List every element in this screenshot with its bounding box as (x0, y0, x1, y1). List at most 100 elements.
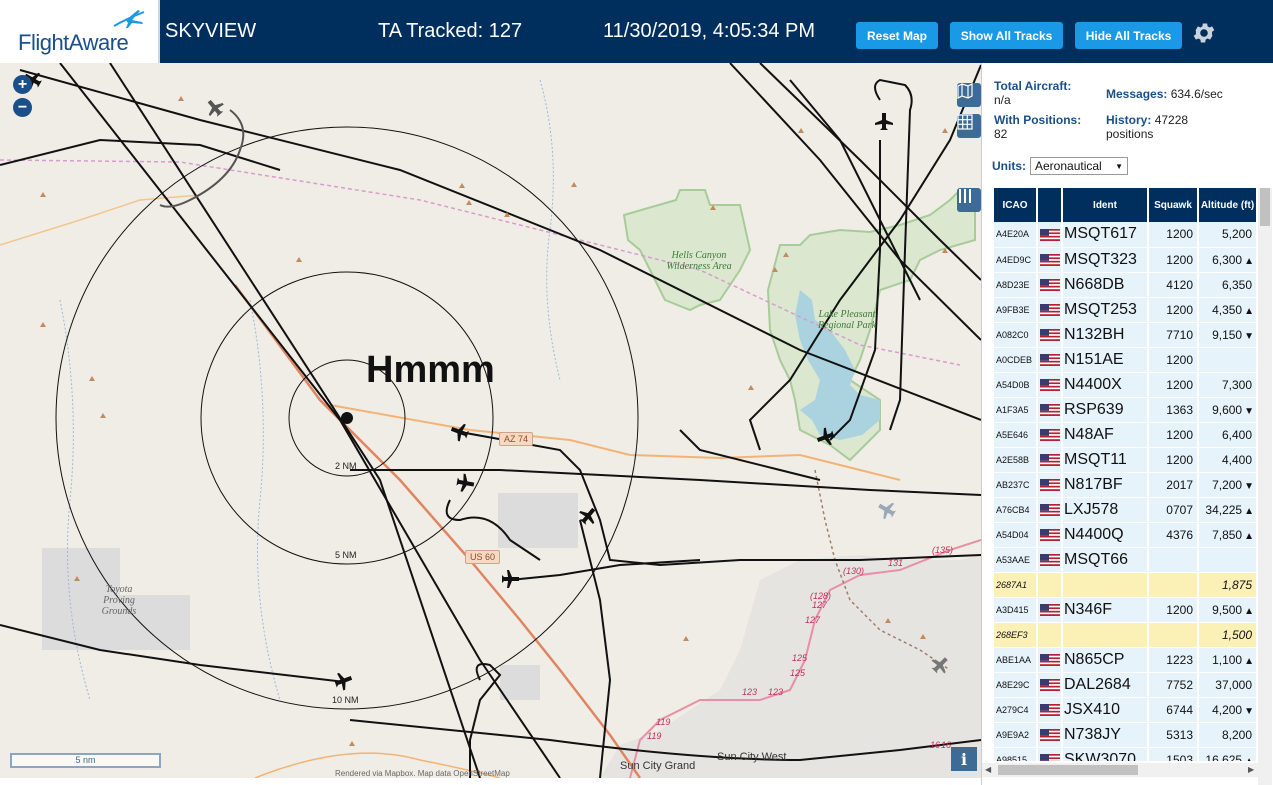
table-row[interactable]: A54D04 N4400Q 4376 7,850 ▲ (994, 522, 1257, 547)
top-bar: FlightAware SKYVIEW TA Tracked: 127 11/3… (0, 0, 1273, 63)
table-row[interactable]: 268EF3 1,500 (994, 622, 1257, 647)
zoom-in-button[interactable]: + (13, 75, 32, 94)
col-header-altitude[interactable]: Altitude (ft) (1198, 188, 1257, 222)
altitude-trend-icon: ▲ (1244, 755, 1254, 762)
cell-ident: N48AF (1062, 422, 1149, 447)
col-header-ident[interactable]: Ident (1062, 188, 1149, 222)
flightaware-logo[interactable]: FlightAware (0, 0, 160, 63)
units-label: Units: (992, 159, 1026, 173)
zoom-out-button[interactable]: − (13, 98, 32, 117)
cell-icao: A9E9A2 (994, 722, 1038, 747)
cell-altitude: 37,000 (1198, 672, 1257, 697)
table-row[interactable]: A4E20A MSQT617 1200 5,200 (994, 222, 1257, 247)
hide-all-tracks-button[interactable]: Hide All Tracks (1075, 22, 1182, 49)
us-flag-icon (1040, 654, 1060, 667)
table-row[interactable]: A0CDEB N151AE 1200 (994, 347, 1257, 372)
table-row[interactable]: A3D415 N346F 1200 9,500 ▲ (994, 597, 1257, 622)
table-row[interactable]: A8D23E N668DB 4120 6,350 (994, 272, 1257, 297)
table-row[interactable]: A4ED9C MSQT323 1200 6,300 ▲ (994, 247, 1257, 272)
units-select[interactable]: Aeronautical ▼ (1030, 157, 1128, 175)
cell-squawk (1148, 622, 1199, 647)
cell-squawk: 1363 (1148, 397, 1199, 422)
aircraft-panel: Total Aircraft: n/a Messages: 634.6/sec … (981, 63, 1273, 785)
table-row[interactable]: 2687A1 1,875 (994, 572, 1257, 597)
altitude-trend-icon: ▲ (1244, 530, 1254, 542)
horizontal-scroll-thumb[interactable] (998, 765, 1138, 775)
cell-flag (1037, 647, 1063, 672)
table-row[interactable]: A9E9A2 N738JY 5313 8,200 (994, 722, 1257, 747)
us-flag-icon (1040, 254, 1060, 267)
us-flag-icon (1040, 754, 1060, 761)
table-row[interactable]: A1F3A5 RSP639 1363 9,600 ▼ (994, 397, 1257, 422)
table-row[interactable]: ABE1AA N865CP 1223 1,100 ▲ (994, 647, 1257, 672)
gear-icon[interactable] (1191, 20, 1217, 46)
cell-squawk: 1200 (1148, 597, 1199, 622)
table-row[interactable]: A2E58B MSQT11 1200 4,400 (994, 447, 1257, 472)
road-number: 127 (812, 600, 828, 610)
reset-map-button[interactable]: Reset Map (856, 22, 938, 49)
cell-icao: A279C4 (994, 697, 1038, 722)
cell-ident: MSQT66 (1062, 547, 1149, 572)
table-row[interactable]: A98515 SKW3070 1503 16,625 ▲ (994, 747, 1257, 761)
scroll-right-icon[interactable]: ▶ (1248, 765, 1254, 774)
map-layers-icon[interactable] (957, 83, 981, 107)
vertical-scrollbar[interactable]: ▼ (1258, 188, 1272, 785)
table-row[interactable]: A76CB4 LXJ578 0707 34,225 ▲ (994, 497, 1257, 522)
horizontal-scrollbar[interactable]: ◀ ▶ (982, 763, 1260, 777)
us-flag-icon (1040, 504, 1060, 517)
table-row[interactable]: A8E29C DAL2684 7752 37,000 (994, 672, 1257, 697)
grid-icon[interactable] (957, 114, 981, 138)
us-flag-icon (1040, 679, 1060, 692)
cell-flag (1037, 497, 1063, 522)
cell-flag (1037, 697, 1063, 722)
cell-ident: LXJ578 (1062, 497, 1149, 522)
cell-ident: MSQT323 (1062, 247, 1149, 272)
aircraft-table-container[interactable]: ICAO Ident Squawk Altitude (ft) A4E20A MS… (994, 188, 1257, 761)
table-row[interactable]: A54D0B N4400X 1200 7,300 (994, 372, 1257, 397)
col-header-squawk[interactable]: Squawk (1148, 188, 1199, 222)
az74-shield: AZ 74 (499, 432, 534, 446)
table-row[interactable]: A279C4 JSX410 6744 4,200 ▼ (994, 697, 1257, 722)
cell-squawk (1148, 572, 1199, 597)
cell-icao: A1F3A5 (994, 397, 1038, 422)
table-row[interactable]: A53AAE MSQT66 (994, 547, 1257, 572)
cell-ident: SKW3070 (1062, 747, 1149, 761)
cell-flag (1037, 397, 1063, 422)
map-attribution: Rendered via Mapbox. Map data OpenStreet… (335, 769, 510, 778)
table-row[interactable]: A082C0 N132BH 7710 9,150 ▼ (994, 322, 1257, 347)
us-flag-icon (1040, 404, 1060, 417)
table-row[interactable]: A5E646 N48AF 1200 6,400 (994, 422, 1257, 447)
table-row[interactable]: AB237C N817BF 2017 7,200 ▼ (994, 472, 1257, 497)
cell-ident: N668DB (1062, 272, 1149, 297)
map-view[interactable]: + − Hmmm 2 NM 5 NM 10 NM AZ 74 US 60 Hel… (0, 63, 981, 778)
altitude-trend-icon: ▼ (1244, 705, 1254, 717)
us-flag-icon (1040, 304, 1060, 317)
cell-ident: N132BH (1062, 322, 1149, 347)
road-number: 131 (888, 558, 904, 568)
cell-flag (1037, 597, 1063, 622)
table-row[interactable]: A9FB3E MSQT253 1200 4,350 ▲ (994, 297, 1257, 322)
col-header-flag[interactable] (1037, 188, 1063, 222)
tracked-count: TA Tracked: 127 (378, 20, 523, 42)
road-number: 123 (768, 687, 784, 697)
sun-city-grand-label: Sun City Grand (620, 760, 696, 772)
cell-ident: N738JY (1062, 722, 1149, 747)
cell-squawk: 1200 (1148, 372, 1199, 397)
cell-squawk: 1200 (1148, 222, 1199, 247)
scroll-left-icon[interactable]: ◀ (985, 765, 991, 774)
columns-icon[interactable] (957, 188, 981, 212)
cell-icao: A8D23E (994, 272, 1038, 297)
cell-flag (1037, 472, 1063, 497)
cell-altitude: 7,300 (1198, 372, 1257, 397)
cell-icao: A54D04 (994, 522, 1038, 547)
col-header-icao[interactable]: ICAO (994, 188, 1038, 222)
vertical-scroll-thumb[interactable] (1260, 188, 1270, 226)
altitude-trend-icon: ▲ (1244, 305, 1254, 317)
show-all-tracks-button[interactable]: Show All Tracks (950, 22, 1063, 49)
info-icon[interactable]: i (951, 747, 977, 771)
cell-flag (1037, 322, 1063, 347)
cell-altitude: 7,850 ▲ (1198, 522, 1257, 547)
cell-flag (1037, 672, 1063, 697)
cell-icao: A9FB3E (994, 297, 1038, 322)
cell-icao: A98515 (994, 747, 1038, 761)
